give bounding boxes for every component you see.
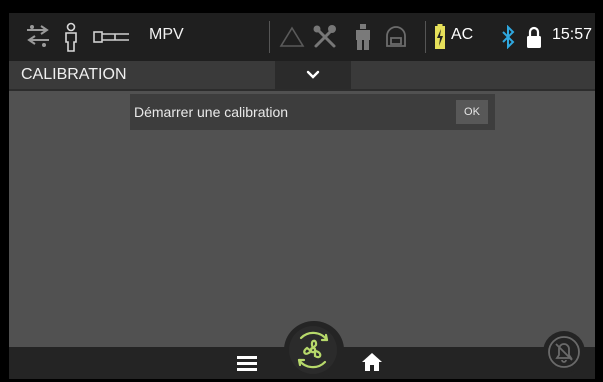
person-icon (61, 21, 81, 53)
power-source-label: AC (451, 26, 474, 43)
mode-label: MPV (149, 26, 184, 43)
home-button[interactable] (361, 351, 383, 373)
lock-icon (525, 23, 543, 51)
battery-charging-icon (433, 23, 447, 51)
hood-icon (381, 21, 411, 53)
fan-icon (297, 331, 329, 369)
header-bar: CALIBRATION (9, 61, 595, 91)
fan-button[interactable] (284, 321, 344, 379)
tools-icon (309, 21, 341, 53)
device-screen: MPV AC 15:57 CALIBRATION Démarrer une ca… (9, 13, 595, 379)
home-icon (362, 353, 382, 371)
calibration-label: Démarrer une calibration (134, 104, 289, 120)
fan-button-face (289, 326, 337, 374)
calibration-item: Démarrer une calibration OK (130, 94, 495, 130)
menu-icon (237, 356, 257, 371)
connection-arrows-icon (21, 21, 55, 53)
page-title: CALIBRATION (21, 66, 127, 83)
clock: 15:57 (552, 26, 593, 43)
warning-triangle-icon (277, 23, 307, 51)
menu-dropdown-button[interactable] (275, 61, 351, 89)
suit-icon (351, 21, 375, 53)
status-bar: MPV AC 15:57 (9, 13, 595, 61)
alarm-button[interactable] (543, 331, 585, 373)
alarm-bell-icon (548, 336, 580, 368)
chevron-down-icon (306, 70, 320, 79)
mask-icon (92, 25, 132, 49)
start-calibration-ok-button[interactable]: OK (456, 100, 488, 124)
menu-button[interactable] (237, 353, 259, 373)
divider (425, 21, 426, 53)
bluetooth-icon (499, 23, 517, 51)
divider (269, 21, 270, 53)
